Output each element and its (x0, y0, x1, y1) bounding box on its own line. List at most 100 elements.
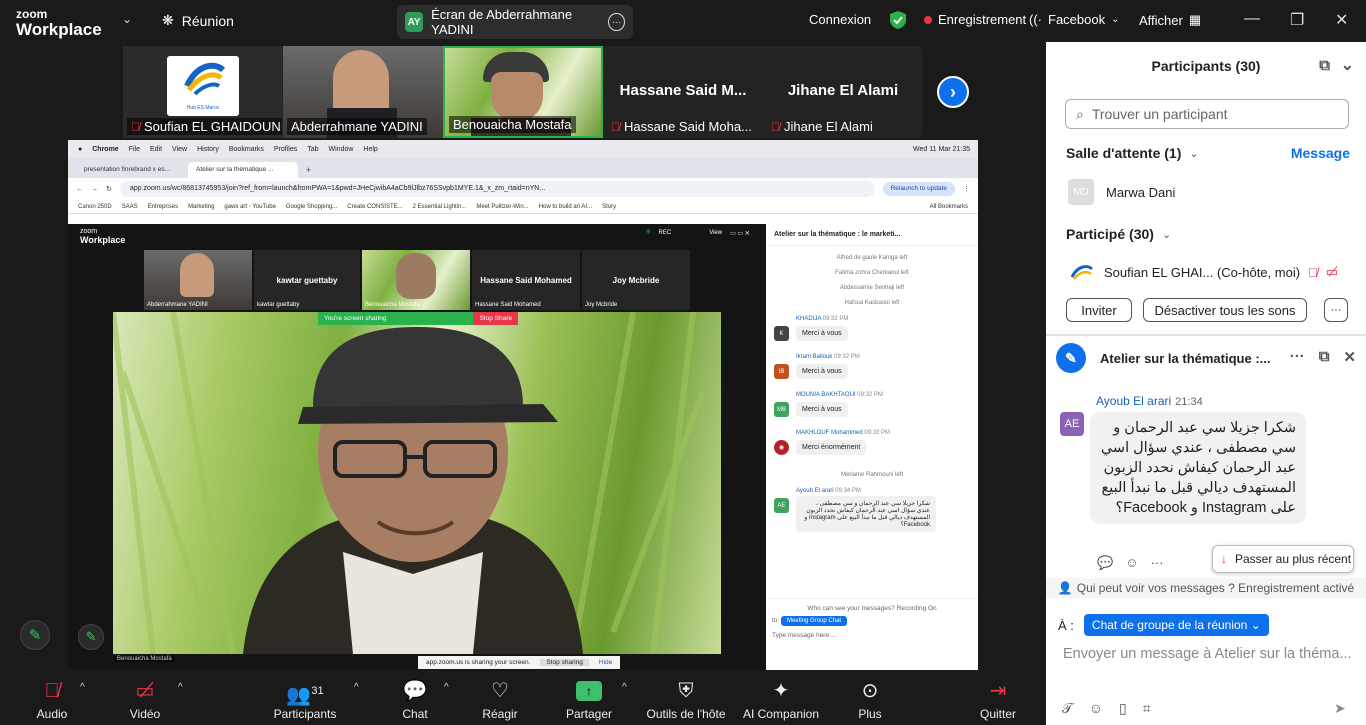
jump-to-latest-button[interactable]: ↓ Passer au plus récent (1212, 545, 1354, 573)
connexion-link[interactable]: Connexion (809, 12, 871, 27)
who-can-see-notice[interactable]: 👤 Qui peut voir vos messages ? Enregistr… (1046, 578, 1366, 598)
people-icon: ❋ (162, 12, 174, 28)
menu-item: Bookmarks (228, 145, 264, 153)
participant-row[interactable]: Soufian EL GHAI... (Co-hôte, moi) 🎙̸ ▭̸ (1068, 262, 1338, 282)
emoji-icon[interactable]: ☺ (1089, 700, 1103, 717)
screen-share-pill[interactable]: AY Écran de Abderrahmane YADINI ··· (397, 5, 633, 39)
reply-icon[interactable]: 💬 (1097, 555, 1113, 571)
chat-tools: 𝒯 ☺ ▯ ⌗ (1062, 700, 1151, 717)
person-icon: 👤 (1057, 581, 1073, 595)
logo-line1: zoom (16, 7, 48, 21)
participant-tile[interactable]: Abderrahmane YADINI (283, 46, 443, 138)
share-screen-button[interactable]: ↑ Partager (564, 672, 614, 725)
close-icon[interactable]: ✕ (1343, 348, 1356, 366)
mic-muted-icon: 🎙̸ (44, 680, 60, 702)
view-button[interactable]: Afficher ▦ (1139, 12, 1201, 28)
waiting-room-header[interactable]: Salle d'attente (1) ⌄ (1066, 145, 1199, 161)
inner-tile-name: kawtar guettaby (257, 302, 300, 308)
more-button[interactable]: ⊙ Plus (855, 672, 885, 725)
chat-header: ✎ Atelier sur la thématique :... ··· ⧉ ✕ (1046, 336, 1366, 380)
message-bubble: Merci à vous (796, 364, 848, 379)
message-waiting-button[interactable]: Message (1291, 145, 1350, 161)
annotate-pen-icon[interactable]: ✎ (78, 624, 104, 650)
inner-tile: kawtar guettaby kawtar guettaby (254, 250, 360, 310)
plus-icon: + (306, 165, 312, 175)
message-bubble: شكرا جزيلا سي عبد الرحمان و سي مصطفى ، ع… (796, 496, 936, 532)
participant-name: 🎙̸ Soufian EL GHAIDOUNI (127, 118, 282, 135)
chevron-up-icon[interactable]: ^ (444, 682, 449, 693)
chevron-up-icon[interactable]: ^ (622, 682, 627, 693)
message-bubble: Merci énormément (796, 440, 867, 455)
broadcast-icon: ((· (1029, 12, 1042, 27)
menu-item: Profiles (273, 145, 298, 153)
chevron-down-icon[interactable]: ⌄ (122, 12, 132, 26)
popout-icon[interactable]: ⧉ (1319, 57, 1330, 74)
invite-button[interactable]: Inviter (1066, 298, 1132, 322)
participants-button[interactable]: 👥31 Participants (272, 672, 338, 725)
emoji-icon[interactable]: ☺ (1125, 555, 1138, 571)
share-label: Partager (565, 707, 613, 721)
stop-share-button: Stop Share (473, 312, 518, 325)
host-tools-button[interactable]: ⛨ Outils de l'hôte (644, 672, 728, 725)
participant-tile[interactable]: Hassane Said M... 🎙̸ Hassane Said Moha... (603, 46, 763, 138)
menu-item: History (197, 145, 219, 153)
inner-zoom-window: zoom Workplace ⛨ REC View ▭ ▭ ✕ Abderrahm… (68, 224, 978, 670)
waiting-participant-row[interactable]: MD Marwa Dani (1068, 179, 1175, 205)
meeting-info-button[interactable]: ❋ Réunion (162, 12, 234, 29)
livestream-facebook[interactable]: ((· Facebook ⌄ (1029, 12, 1119, 27)
shield-icon: ⛨ (678, 680, 694, 702)
avatar: MD (1068, 179, 1094, 205)
minimize-icon[interactable]: — (1244, 10, 1260, 28)
more-button[interactable]: ··· (1324, 298, 1348, 322)
participant-tile[interactable]: Hub ES.Maroc 🎙̸ Soufian EL GHAIDOUNI (123, 46, 282, 138)
chevron-down-icon: ⌄ (1161, 228, 1172, 241)
chat-bubble-icon: 💬 (402, 680, 428, 702)
chat-icon: ✎ (1056, 343, 1086, 373)
chevron-down-icon[interactable]: ⌄ (1341, 55, 1354, 75)
left-note: Fatima zohra Cherkaoui left (835, 270, 909, 276)
connexion-label: Connexion (809, 12, 872, 27)
screenshot-icon[interactable]: ⌗ (1143, 700, 1151, 717)
file-icon[interactable]: ▯ (1119, 700, 1127, 717)
chevron-up-icon[interactable]: ^ (178, 682, 183, 693)
recipient-dropdown[interactable]: Chat de groupe de la réunion ⌄ (1083, 614, 1269, 636)
more-icon[interactable]: ··· (1150, 555, 1163, 571)
more-icon: ⊙ (861, 680, 879, 702)
next-page-button[interactable]: › (937, 76, 969, 108)
active-speaker-tile[interactable]: Benouaicha Mostafa (443, 46, 603, 138)
bookmark: How to build an AI... (538, 203, 593, 210)
search-placeholder: Trouver un participant (1091, 106, 1228, 122)
more-icon[interactable]: ··· (1290, 348, 1305, 366)
chevron-up-icon[interactable]: ^ (80, 682, 85, 693)
send-icon[interactable]: ➤ (1334, 700, 1346, 717)
participant-search-input[interactable]: ⌕ Trouver un participant (1065, 99, 1349, 129)
avatar: K (774, 326, 789, 341)
video-button[interactable]: ▭̸ Vidéo (125, 672, 165, 725)
close-icon[interactable]: ✕ (1335, 10, 1348, 30)
relaunch-button: Relaunch to update (882, 182, 955, 196)
inner-top-controls: ⛨ REC View ▭ ▭ ✕ (646, 230, 750, 237)
bookmarks-bar: Canon 250D SAAS Entreprises Marketing ga… (68, 200, 978, 214)
participant-name: 🎙̸ Jihane El Alami (771, 119, 873, 134)
shared-screen: ● Chrome File Edit View History Bookmark… (68, 140, 978, 670)
chat-button[interactable]: 💬 Chat (398, 672, 432, 725)
maximize-icon[interactable]: ❐ (1290, 10, 1304, 30)
mute-all-button[interactable]: Désactiver tous les sons (1143, 298, 1307, 322)
more-icon[interactable]: ··· (608, 13, 625, 31)
participant-tile[interactable]: Jihane El Alami 🎙̸ Jihane El Alami (763, 46, 923, 138)
joined-header[interactable]: Participé (30) ⌄ (1066, 226, 1171, 242)
chat-message-input[interactable]: Envoyer un message à Atelier sur la thém… (1063, 646, 1355, 662)
ai-companion-button[interactable]: ✦ AI Companion (742, 672, 820, 725)
format-icon[interactable]: 𝒯 (1062, 700, 1073, 717)
annotate-pen-icon[interactable]: ✎ (20, 620, 50, 650)
more-label: Plus (858, 707, 882, 721)
chevron-down-icon: ⌄ (1111, 14, 1120, 25)
leave-button[interactable]: ⇥ Quitter (976, 672, 1020, 725)
participant-name: Benouaicha Mostafa (449, 116, 576, 133)
audio-button[interactable]: 🎙̸ Audio (32, 672, 72, 725)
react-button[interactable]: ♡ Réagir (480, 672, 520, 725)
shield-icon[interactable] (889, 10, 907, 30)
chevron-up-icon[interactable]: ^ (354, 682, 359, 693)
recording-indicator[interactable]: Enregistrement (924, 12, 1026, 27)
popout-icon[interactable]: ⧉ (1319, 348, 1330, 366)
